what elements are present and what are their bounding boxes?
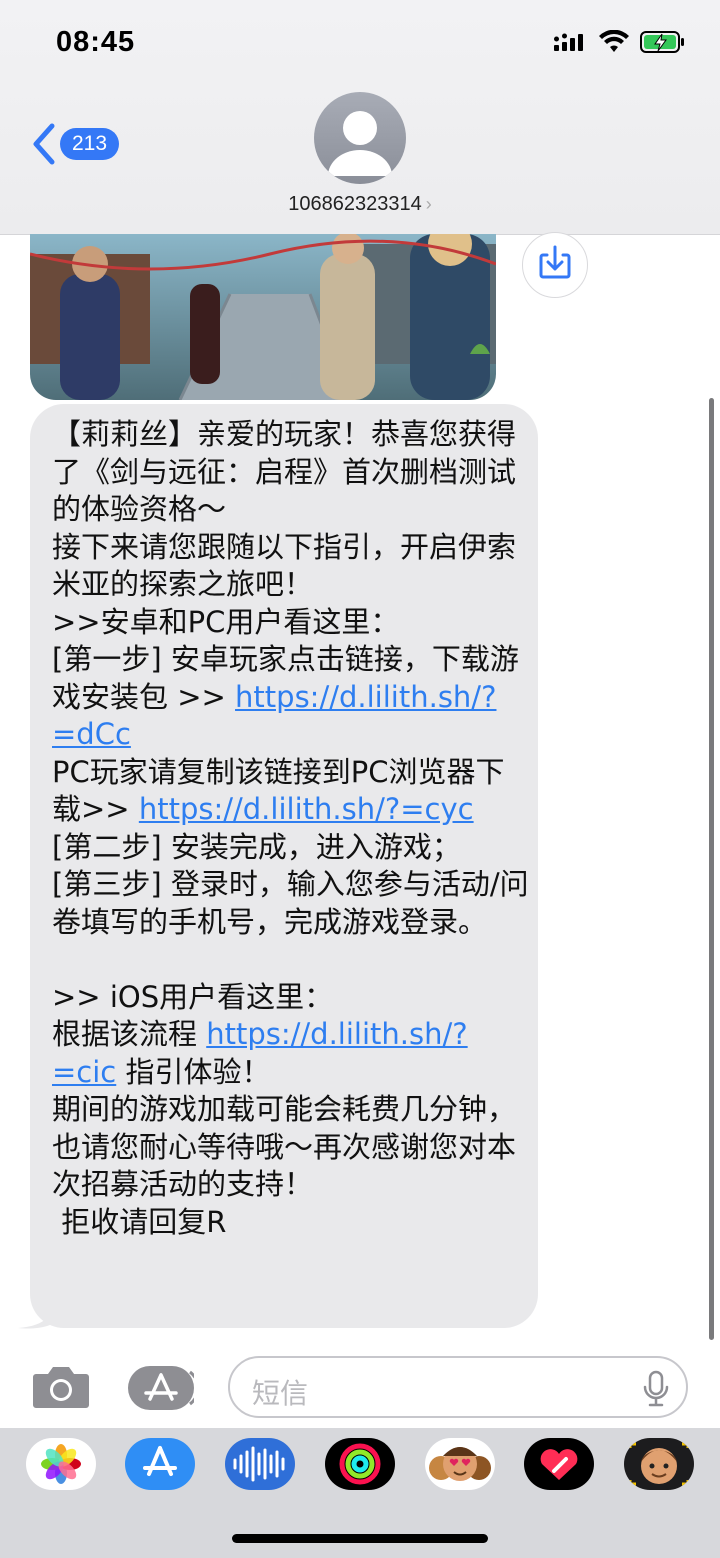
microphone-icon	[643, 1370, 669, 1407]
message-text-part: 【莉莉丝】亲爱的玩家！恭喜您获得了《剑与远征：启程》首次删档测试的体验资格～ 接…	[52, 417, 519, 714]
back-button[interactable]: 213	[30, 122, 120, 166]
audio-icon	[233, 1446, 285, 1482]
app-store-app-button[interactable]	[125, 1438, 195, 1490]
audio-message-app-button[interactable]	[225, 1438, 295, 1490]
digital-touch-app-button[interactable]	[524, 1438, 594, 1490]
home-indicator[interactable]	[232, 1534, 488, 1543]
chevron-left-icon	[33, 123, 55, 165]
chevron-right-icon: ›	[425, 194, 432, 214]
photos-icon	[41, 1444, 81, 1484]
contact-number: 106862323314	[288, 193, 422, 215]
photos-app-button[interactable]	[26, 1438, 96, 1490]
pc-download-link[interactable]: https://d.lilith.sh/?=cyc	[139, 792, 474, 826]
message-text-part: 指引体验！ 期间的游戏加载可能会耗费几分钟，也请您耐心等待哦～再次感谢您对本次招…	[52, 1054, 517, 1239]
memoji-stickers-icon	[429, 1447, 491, 1481]
app-store-icon	[143, 1446, 177, 1476]
cellular-signal-icon	[554, 33, 583, 51]
activity-app-button[interactable]	[325, 1438, 395, 1490]
message-input[interactable]: 短信	[228, 1356, 688, 1418]
status-icons	[554, 30, 686, 54]
scrollbar[interactable]	[709, 398, 714, 1340]
memoji-icon	[628, 1442, 690, 1486]
game-artwork-image	[30, 234, 496, 400]
memoji-app-button[interactable]	[624, 1438, 694, 1490]
activity-icon	[339, 1443, 381, 1485]
battery-charging-icon	[640, 31, 684, 53]
apps-button[interactable]	[128, 1366, 200, 1410]
wifi-icon	[599, 30, 629, 52]
message-text: 【莉莉丝】亲爱的玩家！恭喜您获得了《剑与远征：启程》首次删档测试的体验资格～ 接…	[52, 416, 530, 1241]
status-bar: 08:45	[0, 0, 720, 92]
camera-icon	[33, 1367, 89, 1408]
save-image-button[interactable]	[522, 232, 588, 298]
download-icon	[539, 245, 571, 279]
camera-button[interactable]	[32, 1364, 90, 1414]
image-attachment[interactable]	[30, 234, 496, 400]
contact-avatar[interactable]	[314, 92, 406, 184]
unread-count-badge: 213	[60, 128, 120, 160]
memoji-stickers-app-button[interactable]	[425, 1438, 495, 1490]
message-input-placeholder: 短信	[252, 1377, 309, 1410]
status-time: 08:45	[56, 26, 136, 58]
dictation-button[interactable]	[642, 1370, 670, 1412]
app-store-icon	[144, 1370, 200, 1406]
contact-name[interactable]: 106862323314 ›	[0, 193, 720, 216]
heart-digital-touch-icon	[540, 1449, 578, 1480]
person-icon	[328, 111, 392, 176]
